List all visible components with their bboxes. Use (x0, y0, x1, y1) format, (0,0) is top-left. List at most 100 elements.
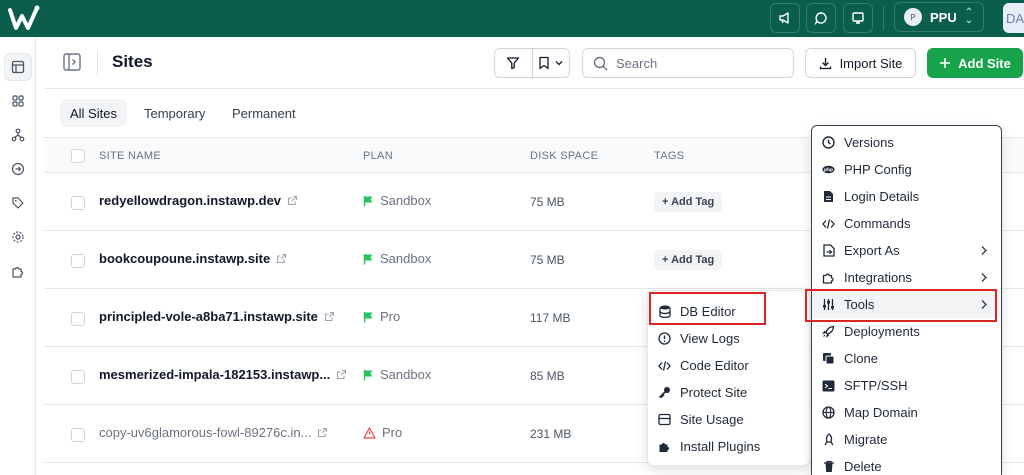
menu-item-sftp-ssh[interactable]: SFTP/SSH (812, 372, 1000, 399)
arrow-circle-icon (11, 162, 25, 176)
tab-temporary[interactable]: Temporary (134, 99, 215, 127)
account-chip[interactable]: DA (1003, 3, 1024, 33)
site-name-text: mesmerized-impala-182153.instawp... (99, 367, 331, 382)
import-site-button[interactable]: Import Site (805, 48, 916, 78)
top-bar: P PPU ⌃ ⌄ DA (0, 0, 1024, 37)
site-name-link[interactable]: mesmerized-impala-182153.instawp... (99, 367, 347, 382)
copy-icon (822, 352, 835, 365)
menu-item-install-plugins[interactable]: Install Plugins (648, 433, 809, 460)
chevron-right-icon (981, 273, 987, 282)
row-checkbox[interactable] (71, 370, 85, 384)
puzzle-icon (12, 266, 24, 278)
bookmark-icon (539, 56, 549, 70)
migrate-icon (822, 433, 835, 446)
menu-item-label: Code Editor (680, 358, 749, 373)
site-name-link[interactable]: copy-uv6glamorous-fowl-89276c.in... (99, 425, 328, 440)
menu-item-commands[interactable]: Commands (812, 210, 1000, 237)
plan-cell: Sandbox (363, 251, 431, 266)
external-link-icon[interactable] (276, 253, 287, 264)
page-title: Sites (112, 52, 153, 71)
site-name-link[interactable]: redyellowdragon.instawp.dev (99, 193, 298, 208)
tab-permanent[interactable]: Permanent (222, 99, 306, 127)
sidebar-toggle-icon[interactable] (62, 52, 82, 72)
menu-item-view-logs[interactable]: View Logs (648, 325, 809, 352)
svg-text:php: php (824, 167, 833, 172)
plan-label: Pro (382, 425, 403, 440)
row-checkbox[interactable] (71, 196, 85, 210)
chat-button[interactable] (806, 3, 836, 33)
column-disk-space: DISK SPACE (530, 150, 599, 162)
avatar: P (904, 8, 922, 26)
external-link-icon[interactable] (317, 427, 328, 438)
menu-item-integrations[interactable]: Integrations (812, 264, 1000, 291)
disk-space: 117 MB (530, 311, 571, 325)
site-name-link[interactable]: bookcoupoune.instawp.site (99, 251, 287, 266)
rail-item-migrations[interactable] (4, 155, 32, 183)
key-icon (658, 386, 671, 399)
menu-item-export-as[interactable]: Export As (812, 237, 1000, 264)
search-box[interactable] (582, 48, 794, 78)
external-link-icon[interactable] (336, 369, 347, 380)
menu-item-site-usage[interactable]: Site Usage (648, 406, 809, 433)
rail-item-settings[interactable] (4, 223, 32, 251)
add-tag-button[interactable]: + Add Tag (654, 192, 723, 212)
add-site-button[interactable]: Add Site (927, 48, 1023, 78)
left-rail (0, 37, 36, 475)
menu-item-delete[interactable]: Delete (812, 453, 1000, 475)
menu-item-label: Delete (844, 459, 882, 474)
external-link-icon[interactable] (287, 195, 298, 206)
code-icon (822, 217, 835, 230)
site-name-text: copy-uv6glamorous-fowl-89276c.in... (99, 425, 312, 440)
menu-item-clone[interactable]: Clone (812, 345, 1000, 372)
search-input[interactable] (616, 55, 776, 71)
row-checkbox[interactable] (71, 428, 85, 442)
menu-item-login-details[interactable]: Login Details (812, 183, 1000, 210)
menu-item-php-config[interactable]: php PHP Config (812, 156, 1000, 183)
rail-item-sites[interactable] (4, 53, 32, 81)
search-icon (593, 56, 608, 70)
menu-item-code-editor[interactable]: Code Editor (648, 352, 809, 379)
rail-item-connects[interactable] (4, 121, 32, 149)
row-checkbox[interactable] (71, 254, 85, 268)
team-switcher[interactable]: P PPU ⌃ ⌄ (894, 2, 984, 32)
menu-item-label: SFTP/SSH (844, 378, 908, 393)
tab-all-sites[interactable]: All Sites (60, 99, 127, 127)
rail-item-tags[interactable] (4, 189, 32, 217)
plan-cell: Pro (363, 425, 402, 440)
flag-icon (363, 311, 373, 322)
external-link-icon[interactable] (324, 311, 335, 322)
gear-icon (12, 231, 24, 243)
row-checkbox[interactable] (71, 312, 85, 326)
announcements-button[interactable] (770, 3, 800, 33)
chevron-down-icon (555, 61, 563, 66)
instawp-logo[interactable] (8, 4, 42, 32)
usage-icon (658, 413, 671, 426)
layout-icon (11, 60, 25, 74)
menu-item-label: Deployments (844, 324, 920, 339)
rail-item-apps[interactable] (4, 87, 32, 115)
db-editor-highlight (649, 292, 766, 325)
terminal-icon (822, 379, 835, 392)
menu-item-map-domain[interactable]: Map Domain (812, 399, 1000, 426)
menu-item-deployments[interactable]: Deployments (812, 318, 1000, 345)
filter-bookmark-group (494, 48, 570, 78)
plan-label: Sandbox (380, 367, 432, 382)
menu-item-versions[interactable]: Versions (812, 129, 1000, 156)
menu-item-protect-site[interactable]: Protect Site (648, 379, 809, 406)
export-icon (822, 244, 835, 257)
tag-icon (12, 197, 24, 209)
disk-space: 85 MB (530, 369, 565, 383)
megaphone-icon (779, 12, 789, 24)
rail-item-integrations[interactable] (4, 257, 32, 285)
php-icon: php (822, 163, 835, 176)
add-tag-button[interactable]: + Add Tag (654, 250, 723, 270)
select-all-checkbox[interactable] (71, 149, 85, 163)
menu-item-migrate[interactable]: Migrate (812, 426, 1000, 453)
rocket-icon (822, 325, 835, 338)
filter-button[interactable] (495, 49, 532, 77)
tools-highlight (805, 289, 997, 322)
site-name-link[interactable]: principled-vole-a8ba71.instawp.site (99, 309, 335, 324)
saved-views-button[interactable] (531, 49, 570, 77)
support-button[interactable] (843, 3, 873, 33)
add-site-label: Add Site (958, 55, 1011, 71)
